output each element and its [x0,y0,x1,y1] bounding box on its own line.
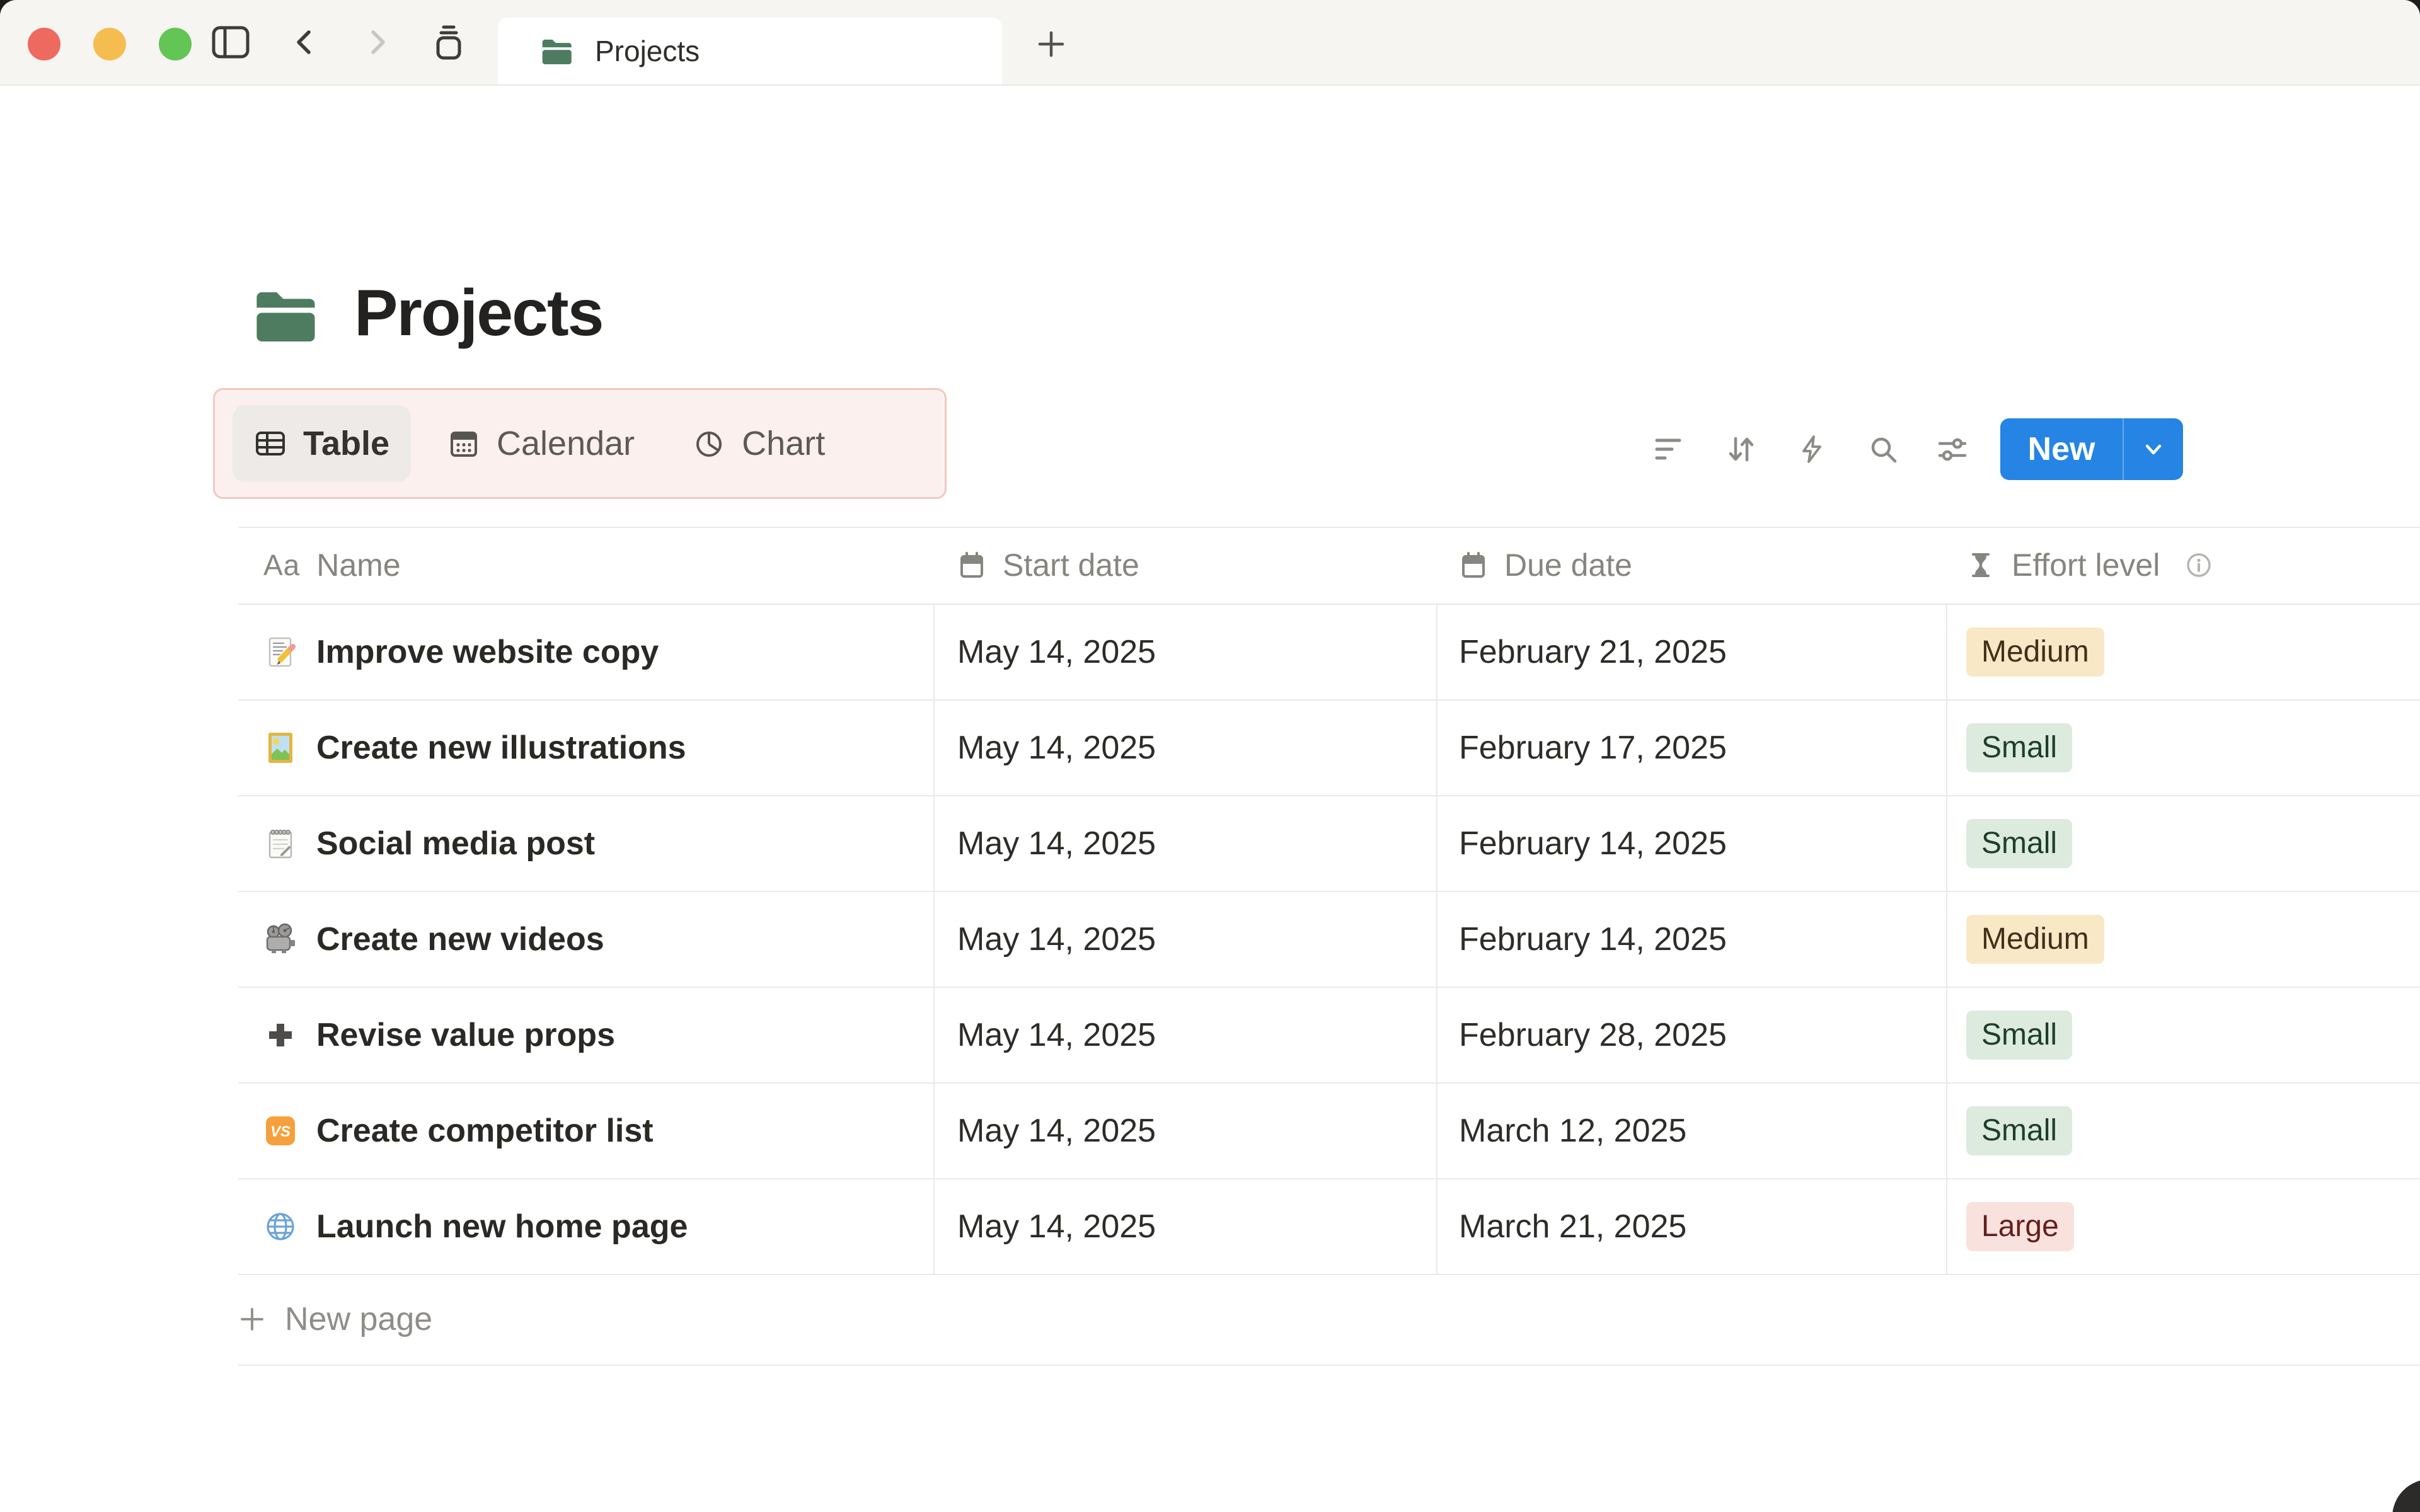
effort-badge: Small [1966,1106,2073,1155]
view-settings-sliders-icon[interactable] [1937,434,1968,464]
cell-effort-level[interactable]: Small [1966,1084,2073,1178]
cell-due-date[interactable]: February 28, 2025 [1459,988,1727,1082]
window-tab-bar: Projects [0,0,2420,86]
new-page-button[interactable]: New page [238,1276,2420,1362]
column-header-start-date[interactable]: Start date [957,527,1139,604]
app-window: Projects Projects Table Calendar Chart N… [0,0,2420,1512]
tab-title: Projects [595,35,700,67]
cell-start-date[interactable]: May 14, 2025 [957,605,1156,699]
views-callout: Table Calendar Chart [213,388,947,499]
close-window-button[interactable] [28,28,60,60]
table-row[interactable]: Social media post May 14, 2025 February … [238,796,2420,892]
view-tab-calendar[interactable]: Calendar [426,405,656,482]
cell-name[interactable]: VS Create competitor list [263,1084,654,1178]
view-tab-table[interactable]: Table [233,405,412,482]
tab-projects[interactable]: Projects [498,18,1002,84]
cell-effort-level[interactable]: Small [1966,988,2073,1082]
tab-folder-icon [539,35,575,67]
cell-start-date[interactable]: May 14, 2025 [957,1179,1156,1274]
spiral-notepad-emoji [263,827,297,861]
view-tab-calendar-label: Calendar [497,425,635,462]
back-icon[interactable] [275,12,335,72]
filter-icon[interactable] [1653,434,1683,464]
cell-due-date[interactable]: February 14, 2025 [1459,892,1727,987]
history-icon[interactable] [418,12,479,72]
sort-icon[interactable] [1726,434,1756,464]
column-header-effort-level[interactable]: Effort level [1966,527,2213,604]
calendar-view-icon [447,427,480,460]
cell-name[interactable]: Social media post [263,796,595,891]
page-icon-folder[interactable] [251,282,321,353]
heavy-plus-emoji [263,1018,297,1052]
view-tab-table-label: Table [303,425,390,462]
view-tab-chart-label: Chart [742,425,826,462]
text-property-icon: Aa [263,549,301,581]
table-row[interactable]: Improve website copy May 14, 2025 Februa… [238,605,2420,701]
new-button-label: New [2027,431,2095,467]
cell-start-date[interactable]: May 14, 2025 [957,892,1156,987]
table-row[interactable]: VS Create competitor list May 14, 2025 M… [238,1084,2420,1179]
table-header-row: Aa Name Start date Due date Effort level [238,527,2420,605]
table-view-icon [254,427,287,460]
calendar-icon [957,551,986,580]
table-bottom-border [238,1365,2420,1366]
view-tab-chart[interactable]: Chart [671,405,846,482]
cell-start-date[interactable]: May 14, 2025 [957,701,1156,795]
hourglass-icon [1966,551,1995,580]
cell-name[interactable]: Revise value props [263,988,615,1082]
cell-start-date[interactable]: May 14, 2025 [957,1084,1156,1178]
framed-picture-emoji [263,731,297,765]
new-button[interactable]: New [2000,418,2183,480]
effort-badge: Medium [1966,915,2104,964]
effort-badge: Small [1966,1011,2073,1060]
calendar-icon [1459,551,1488,580]
cell-due-date[interactable]: February 14, 2025 [1459,796,1727,891]
vs-button-emoji: VS [263,1114,297,1148]
cell-start-date[interactable]: May 14, 2025 [957,988,1156,1082]
sidebar-toggle-icon[interactable] [200,12,261,72]
help-button[interactable] [2392,1479,2420,1512]
cell-name[interactable]: Create new videos [263,892,604,987]
cell-due-date[interactable]: March 21, 2025 [1459,1179,1686,1274]
svg-text:VS: VS [270,1123,291,1140]
cell-name[interactable]: Launch new home page [263,1179,688,1274]
table-row[interactable]: Create new videos May 14, 2025 February … [238,892,2420,988]
effort-badge: Small [1966,819,2073,868]
cell-start-date[interactable]: May 14, 2025 [957,796,1156,891]
chart-view-icon [693,427,725,460]
table-row[interactable]: Launch new home page May 14, 2025 March … [238,1179,2420,1275]
column-header-name[interactable]: Aa Name [263,527,401,604]
effort-badge: Medium [1966,627,2104,677]
page-title[interactable]: Projects [354,276,604,351]
cell-effort-level[interactable]: Medium [1966,605,2104,699]
cell-effort-level[interactable]: Small [1966,701,2073,795]
cell-due-date[interactable]: February 21, 2025 [1459,605,1727,699]
zoom-window-button[interactable] [159,28,192,60]
memo-emoji [263,635,297,669]
automation-lightning-icon[interactable] [1797,434,1827,464]
table-row[interactable]: Create new illustrations May 14, 2025 Fe… [238,701,2420,796]
new-page-label: New page [285,1301,433,1337]
cell-effort-level[interactable]: Small [1966,796,2073,891]
film-projector-emoji [263,922,297,956]
minimize-window-button[interactable] [93,28,126,60]
chevron-down-icon[interactable] [2124,438,2183,461]
traffic-lights [28,28,192,60]
cell-name[interactable]: Improve website copy [263,605,659,699]
globe-emoji [263,1210,297,1244]
cell-name[interactable]: Create new illustrations [263,701,686,795]
forward-icon[interactable] [347,12,407,72]
table-row[interactable]: Revise value props May 14, 2025 February… [238,988,2420,1084]
cell-due-date[interactable]: March 12, 2025 [1459,1084,1686,1178]
info-icon[interactable] [2185,551,2213,579]
column-header-due-date[interactable]: Due date [1459,527,1632,604]
cell-effort-level[interactable]: Medium [1966,892,2104,987]
cell-effort-level[interactable]: Large [1966,1179,2074,1274]
plus-icon [238,1305,266,1333]
effort-badge: Small [1966,723,2073,772]
effort-badge: Large [1966,1202,2074,1251]
search-icon[interactable] [1868,434,1898,464]
new-tab-plus-icon[interactable] [1021,14,1081,74]
cell-due-date[interactable]: February 17, 2025 [1459,701,1727,795]
